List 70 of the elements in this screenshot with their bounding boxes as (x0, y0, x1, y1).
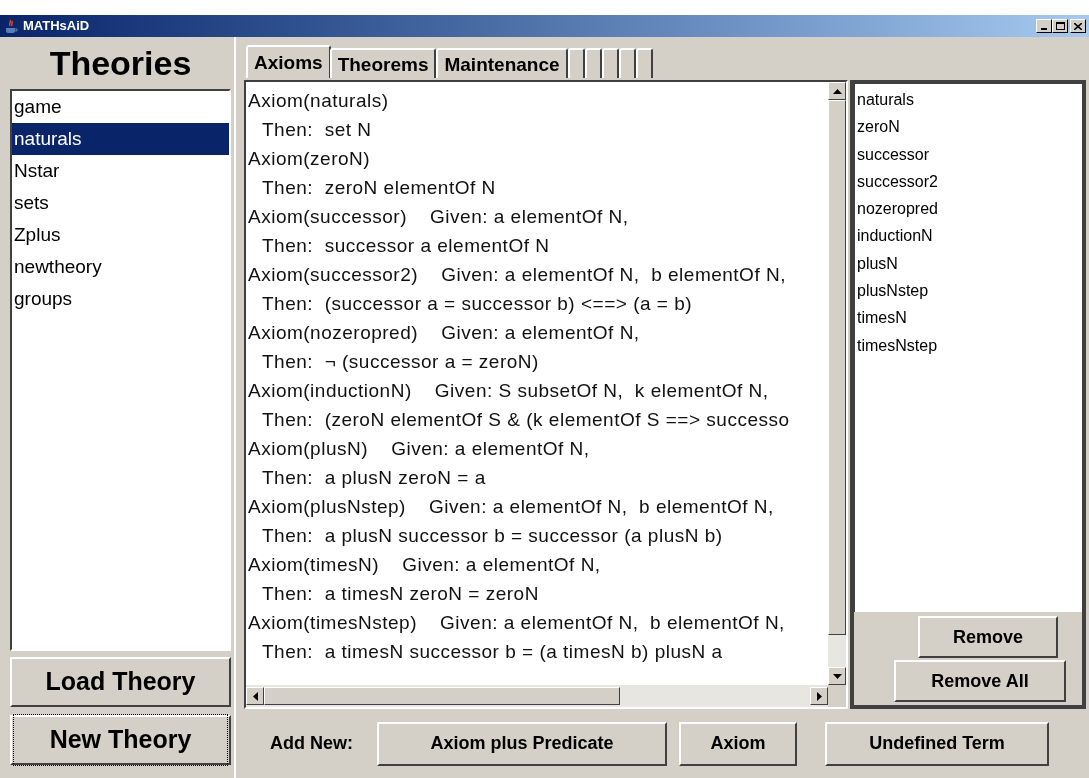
add-new-label: Add New: (270, 732, 353, 755)
axiom-header-line: Axiom(plusNstep) Given: a elementOf N, b elementOf N, (247, 495, 774, 519)
scroll-right-button[interactable] (810, 687, 828, 705)
axiom-name-item[interactable]: nozeropred (855, 195, 1082, 223)
left-arrow-icon (252, 691, 258, 701)
horizontal-scrollbar[interactable] (246, 685, 828, 707)
tab[interactable]: Theorems (329, 48, 437, 78)
axiom-header-line: Axiom(timesNstep) Given: a elementOf N, b elementOf N, (247, 611, 785, 635)
remove-button[interactable]: Remove (918, 616, 1058, 658)
minimize-button[interactable] (1036, 19, 1052, 33)
axiom-name-item[interactable]: plusNstep (855, 277, 1082, 305)
theory-item[interactable]: game (12, 91, 229, 123)
axiom-then-line: Then: set N (261, 118, 372, 142)
add-button[interactable]: Axiom plus Predicate (377, 721, 667, 766)
right-arrow-icon (816, 691, 822, 701)
axiom-header-line: Axiom(zeroN) (247, 147, 371, 171)
axiom-header-line: Axiom(successor) Given: a elementOf N, (247, 205, 629, 229)
axiom-then-line: Then: a timesN successor b = (a timesN b) plusN a (261, 640, 723, 664)
empty-tab[interactable] (567, 48, 585, 78)
empty-tab[interactable] (635, 48, 653, 78)
axiom-then-line: Then: a plusN zeroN = a (261, 466, 486, 490)
axiom-header-line: Axiom(nozeropred) Given: a elementOf N, (247, 321, 640, 345)
scroll-down-button[interactable] (828, 667, 846, 685)
axiom-header-line: Axiom(inductionN) Given: S subsetOf N, k elementOf N, (247, 379, 769, 403)
axiom-name-item[interactable]: zeroN (855, 113, 1082, 141)
up-arrow-icon (832, 88, 842, 94)
axiom-header-line: Axiom(naturals) (247, 89, 389, 113)
axiom-then-line: Then: (successor a = successor b) <==> (a = b) (261, 292, 693, 316)
empty-tab[interactable] (618, 48, 636, 78)
close-icon (1074, 22, 1082, 30)
theory-item[interactable]: Nstar (12, 155, 229, 187)
add-button[interactable]: Undefined Term (825, 721, 1049, 766)
axiom-name-item[interactable]: inductionN (855, 222, 1082, 250)
theory-item[interactable]: groups (12, 283, 229, 315)
close-button[interactable] (1070, 19, 1086, 33)
axiom-name-item[interactable]: successor (855, 140, 1082, 168)
axiom-header-line: Axiom(successor2) Given: a elementOf N, b elementOf N, (247, 263, 786, 287)
down-arrow-icon (832, 673, 842, 679)
theory-item[interactable]: newtheory (12, 251, 229, 283)
tab[interactable]: Axioms (246, 45, 331, 78)
axiom-header-line: Axiom(plusN) Given: a elementOf N, (247, 437, 590, 461)
scroll-left-button[interactable] (246, 687, 264, 705)
axiom-name-item[interactable]: timesN (855, 304, 1082, 332)
add-button[interactable]: Axiom (679, 721, 797, 766)
axiom-name-item[interactable]: plusN (855, 249, 1082, 278)
axiom-then-line: Then: ¬ (successor a = zeroN) (261, 350, 539, 374)
app-icon (3, 18, 19, 34)
theory-item[interactable]: naturals (12, 123, 229, 155)
scroll-thumb[interactable] (264, 687, 620, 705)
scroll-up-button[interactable] (828, 82, 846, 100)
empty-tab[interactable] (584, 48, 602, 78)
axiom-name-item[interactable]: successor2 (855, 167, 1082, 196)
remove-all-button[interactable]: Remove All (894, 660, 1066, 702)
axiom-name-item[interactable]: naturals (855, 86, 1082, 114)
theory-item[interactable]: sets (12, 187, 229, 219)
axiom-then-line: Then: (zeroN elementOf S & (k elementOf S ==> successo (261, 408, 790, 432)
axiom-then-line: Then: successor a elementOf N (261, 234, 550, 258)
axiom-name-item[interactable]: timesNstep (855, 331, 1082, 359)
window-title: MATHsAiD (23, 17, 90, 36)
axiom-then-line: Then: zeroN elementOf N (261, 176, 496, 200)
tab[interactable]: Maintenance (436, 48, 568, 78)
new-theory-button[interactable]: New Theory (10, 715, 231, 765)
empty-tab[interactable] (601, 48, 619, 78)
load-theory-button[interactable]: Load Theory (10, 657, 231, 707)
axiom-header-line: Axiom(timesN) Given: a elementOf N, (247, 553, 601, 577)
maximize-button[interactable] (1052, 19, 1068, 33)
axiom-then-line: Then: a timesN zeroN = zeroN (261, 582, 539, 606)
theory-item[interactable]: Zplus (12, 219, 229, 251)
theories-heading: Theories (48, 42, 193, 84)
axiom-then-line: Then: a plusN successor b = successor (a plusN b) (261, 524, 723, 548)
